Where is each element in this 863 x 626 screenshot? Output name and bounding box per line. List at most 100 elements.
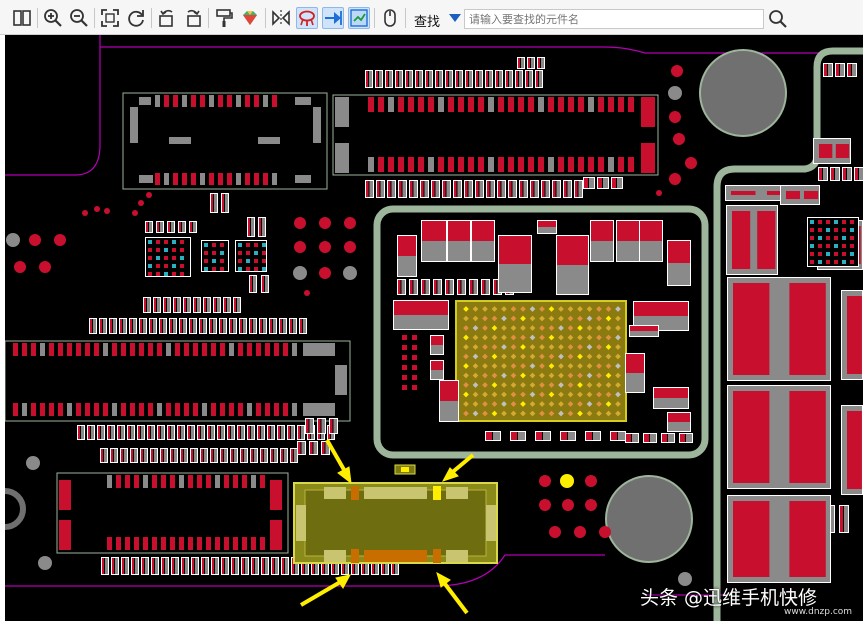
zoom-in-icon[interactable] — [42, 7, 64, 29]
pad — [398, 157, 404, 172]
pad — [476, 71, 478, 87]
rotate-right-icon[interactable] — [182, 7, 204, 29]
pad — [247, 403, 252, 416]
pad — [301, 426, 304, 439]
pad — [172, 558, 174, 574]
pad — [135, 558, 138, 574]
module-pad — [789, 501, 826, 577]
pad — [261, 426, 264, 439]
module-pad — [731, 191, 756, 195]
ic-pad — [172, 256, 176, 260]
find-dropdown-arrow[interactable] — [449, 14, 461, 22]
pad — [91, 426, 94, 439]
pad — [603, 178, 608, 188]
pad — [548, 157, 554, 172]
pad — [456, 71, 458, 87]
ic-pad — [172, 272, 176, 276]
pad — [523, 181, 527, 197]
pad — [105, 558, 108, 574]
pad — [125, 558, 128, 574]
pad — [511, 432, 517, 440]
pad — [303, 403, 335, 416]
pad — [250, 319, 252, 333]
pad — [164, 95, 169, 107]
pad — [160, 319, 162, 333]
pad — [103, 403, 108, 416]
pad — [434, 280, 437, 294]
module-pad — [431, 370, 443, 379]
pad — [183, 319, 186, 333]
pad — [478, 97, 484, 112]
test-point — [549, 526, 561, 538]
search-button[interactable] — [767, 8, 789, 30]
ic-pad — [412, 355, 417, 360]
pad — [556, 181, 560, 197]
ic-pad — [172, 264, 176, 268]
pcb-board-view[interactable] — [5, 35, 863, 621]
mouse-icon[interactable] — [379, 7, 401, 29]
pad — [482, 280, 485, 294]
pad — [40, 343, 45, 356]
test-point — [599, 526, 611, 538]
arrow-right-icon[interactable] — [322, 7, 344, 29]
pad — [155, 173, 160, 185]
pad — [406, 71, 408, 87]
selected-connector — [293, 482, 498, 564]
pad — [139, 175, 153, 183]
pad — [13, 403, 18, 416]
find-label: 查找 — [414, 15, 441, 30]
pad — [303, 319, 306, 333]
pad — [110, 319, 112, 333]
net-highlight-icon[interactable] — [296, 7, 318, 29]
pad — [248, 218, 250, 236]
fit-view-icon[interactable] — [99, 7, 121, 29]
pad — [262, 276, 264, 292]
test-point — [38, 556, 52, 570]
pad — [103, 343, 108, 356]
select-tool-icon[interactable] — [348, 7, 370, 29]
module-pad — [668, 263, 690, 285]
pad — [149, 222, 152, 232]
pad — [152, 475, 157, 488]
pad — [330, 419, 333, 433]
paint-icon[interactable] — [213, 7, 235, 29]
pad — [295, 175, 311, 183]
pad — [262, 218, 265, 236]
component-search-input[interactable] — [464, 9, 764, 29]
split-view-icon[interactable] — [11, 7, 33, 29]
pad — [836, 64, 839, 76]
ic-pad — [164, 240, 168, 244]
pad — [237, 298, 240, 312]
pad — [154, 449, 157, 462]
pad — [182, 558, 184, 574]
pad — [435, 181, 439, 197]
pad — [439, 71, 442, 87]
pad — [233, 475, 238, 488]
pad — [578, 181, 582, 197]
pad — [408, 157, 414, 172]
pad — [140, 319, 142, 333]
pad — [388, 97, 394, 112]
pad — [847, 168, 851, 180]
pad — [115, 558, 118, 574]
pad — [409, 71, 412, 87]
pad — [179, 475, 184, 488]
ic-pad — [148, 272, 152, 276]
ic-pad — [810, 228, 814, 232]
rotate-left-icon[interactable] — [156, 7, 178, 29]
test-point — [138, 200, 144, 206]
ic-pad — [204, 251, 208, 255]
pad — [588, 97, 594, 112]
test-point — [294, 217, 306, 229]
pad — [264, 449, 267, 462]
zoom-out-icon[interactable] — [68, 7, 90, 29]
refresh-icon[interactable] — [125, 7, 147, 29]
pad — [855, 168, 858, 180]
pad — [164, 298, 166, 312]
gem-icon[interactable] — [239, 7, 261, 29]
mirror-icon[interactable] — [270, 7, 292, 29]
pad — [369, 181, 373, 197]
pad — [181, 426, 184, 439]
pad — [458, 157, 464, 172]
pad — [145, 558, 148, 574]
